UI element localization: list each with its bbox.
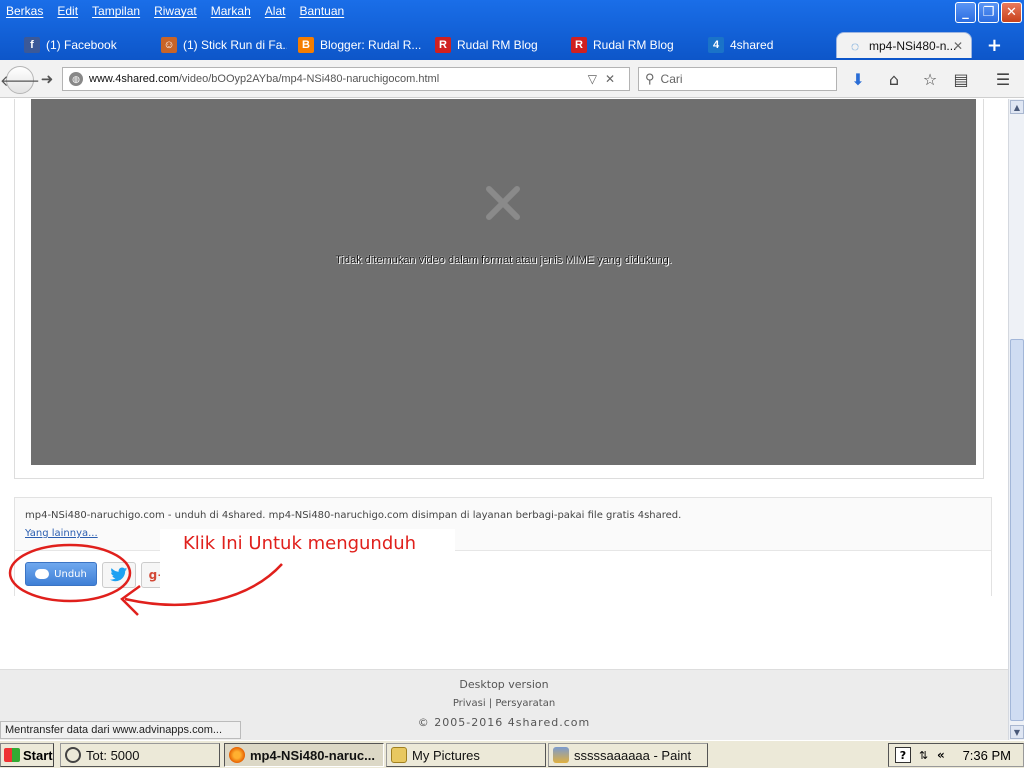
bookmark-star-icon[interactable]: ☆ (920, 69, 940, 89)
4shared-icon: 4 (708, 37, 724, 53)
tab-facebook[interactable]: f (1) Facebook (20, 32, 150, 58)
clock-icon (65, 747, 81, 763)
start-label: Start (23, 747, 53, 763)
tray-expand-icon[interactable]: « (937, 748, 945, 762)
privacy-link[interactable]: Privasi (453, 698, 486, 709)
paint-icon (553, 747, 569, 763)
url-host: www.4shared.com (89, 73, 179, 85)
menu-markah[interactable]: Markah (211, 4, 251, 18)
taskbar-item-paint[interactable]: sssssaaaaaa - Paint (548, 743, 708, 767)
page-content: Tidak ditemukan video dalam format atau … (0, 99, 1008, 740)
rudal-blog-icon: R (435, 37, 451, 53)
video-error-icon (486, 186, 520, 220)
menu-alat[interactable]: Alat (265, 4, 286, 18)
tab-strip: f (1) Facebook ☺ (1) Stick Run di Fa... … (0, 30, 1024, 59)
tab-label: 4shared (730, 38, 774, 52)
footer-separator: | (488, 698, 493, 709)
menu-bantuan[interactable]: Bantuan (299, 4, 344, 18)
tab-label: (1) Stick Run di Fa... (183, 38, 287, 52)
taskbar-item-timer[interactable]: Tot: 5000 (60, 743, 220, 767)
tab-mp4-active[interactable]: ◌ mp4-NSi480-n... ✕ (836, 32, 972, 58)
tab-close-icon[interactable]: ✕ (953, 39, 963, 53)
window-controls: _ ❐ ✕ (955, 2, 1022, 23)
vertical-scrollbar[interactable]: ▲ ▼ (1008, 99, 1024, 740)
menu-bar: Berkas Edit Tampilan Riwayat Markah Alat… (0, 0, 358, 22)
menu-berkas[interactable]: Berkas (6, 4, 43, 18)
taskbar-item-my-pictures[interactable]: My Pictures (386, 743, 546, 767)
windows-logo-icon (4, 748, 20, 762)
system-tray: ? ⇅ « 7:36 PM (888, 743, 1024, 767)
url-path: /video/bOOyp2AYba/mp4-NSi480-naruchigoco… (178, 73, 440, 85)
search-input[interactable]: ⚲ Cari (638, 67, 837, 91)
taskbar-item-label: sssssaaaaaa - Paint (574, 747, 692, 763)
download-icon[interactable]: ⬇ (848, 69, 868, 89)
tab-label: mp4-NSi480-n... (869, 38, 957, 53)
taskbar-item-firefox[interactable]: mp4-NSi480-naruc... (224, 743, 384, 767)
taskbar-item-label: My Pictures (412, 747, 480, 763)
forward-button[interactable]: ➜ (38, 68, 56, 90)
status-bar: Mentransfer data dari www.advinapps.com.… (0, 721, 241, 739)
tab-label: Blogger: Rudal R... (320, 38, 422, 52)
url-controls: ▽✕ (588, 72, 623, 86)
desktop-version-link[interactable]: Desktop version (0, 678, 1008, 691)
facebook-icon: f (24, 37, 40, 53)
network-icon[interactable]: ⇅ (919, 749, 928, 762)
menu-edit[interactable]: Edit (57, 4, 78, 18)
navigation-bar: 🡐 ➜ ◍ www.4shared.com /video/bOOyp2AYba/… (0, 60, 1024, 98)
scroll-up-icon[interactable]: ▲ (1010, 100, 1024, 114)
menu-riwayat[interactable]: Riwayat (154, 4, 197, 18)
home-icon[interactable]: ⌂ (884, 69, 904, 89)
scroll-down-icon[interactable]: ▼ (1010, 725, 1024, 739)
firefox-icon (229, 747, 245, 763)
stick-run-icon: ☺ (161, 37, 177, 53)
arrow-left-icon: 🡐 (0, 71, 41, 90)
tab-4shared[interactable]: 4 4shared (704, 32, 834, 58)
tab-rudal-blog-1[interactable]: R Rudal RM Blog (431, 32, 561, 58)
help-icon[interactable]: ? (895, 747, 911, 763)
start-button[interactable]: Start (0, 743, 54, 767)
new-tab-button[interactable]: + (987, 35, 1002, 56)
tab-stick-run[interactable]: ☺ (1) Stick Run di Fa... (157, 32, 287, 58)
annotation-circle-arrow (8, 543, 283, 616)
blogger-icon: B (298, 37, 314, 53)
url-bar[interactable]: ◍ www.4shared.com /video/bOOyp2AYba/mp4-… (62, 67, 630, 91)
rudal-blog-icon: R (571, 37, 587, 53)
menu-tampilan[interactable]: Tampilan (92, 4, 140, 18)
window-titlebar: Berkas Edit Tampilan Riwayat Markah Alat… (0, 0, 1024, 60)
search-placeholder: Cari (660, 72, 683, 86)
reader-icon[interactable]: ▤ (951, 69, 971, 89)
tab-blogger[interactable]: B Blogger: Rudal R... (294, 32, 424, 58)
arrow-right-icon: ➜ (40, 70, 54, 88)
tab-rudal-blog-2[interactable]: R Rudal RM Blog (567, 32, 697, 58)
menu-icon[interactable]: ☰ (993, 69, 1013, 89)
taskbar: Start Tot: 5000 mp4-NSi480-naruc... My P… (0, 740, 1024, 768)
restore-button[interactable]: ❐ (978, 2, 999, 23)
dropdown-icon[interactable]: ▽ (588, 72, 605, 86)
video-player[interactable]: Tidak ditemukan video dalam format atau … (31, 99, 976, 465)
back-button[interactable]: 🡐 (0, 66, 40, 94)
loading-icon: ◌ (850, 37, 860, 54)
tab-label: Rudal RM Blog (457, 38, 538, 52)
close-window-button[interactable]: ✕ (1001, 2, 1022, 23)
clock: 7:36 PM (962, 747, 1011, 763)
tab-label: (1) Facebook (46, 38, 117, 52)
footer-links: Privasi | Persyaratan (0, 698, 1008, 709)
stop-icon[interactable]: ✕ (605, 72, 623, 86)
tab-label: Rudal RM Blog (593, 38, 674, 52)
scroll-thumb[interactable] (1010, 339, 1024, 721)
folder-icon (391, 747, 407, 763)
search-icon: ⚲ (645, 71, 655, 86)
video-error-message: Tidak ditemukan video dalam format atau … (335, 254, 672, 266)
taskbar-item-label: mp4-NSi480-naruc... (250, 747, 375, 763)
globe-icon: ◍ (69, 72, 83, 86)
taskbar-item-label: Tot: 5000 (86, 747, 140, 763)
terms-link[interactable]: Persyaratan (495, 698, 555, 709)
minimize-button[interactable]: _ (955, 2, 976, 23)
